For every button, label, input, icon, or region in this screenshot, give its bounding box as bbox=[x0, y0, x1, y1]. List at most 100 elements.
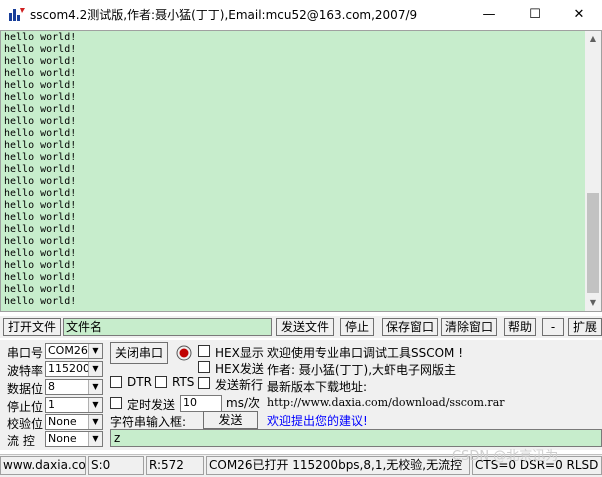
receive-line: hello world! bbox=[4, 236, 77, 247]
receive-lines: hello world! hello world! hello world! hell… bbox=[4, 32, 76, 308]
minimize-icon: — bbox=[482, 6, 496, 22]
chevron-down-icon: ▼ bbox=[88, 362, 102, 376]
status-received-count: R:572 bbox=[146, 456, 204, 475]
open-file-button[interactable]: 打开文件 bbox=[3, 318, 61, 336]
chevron-down-icon: ▼ bbox=[88, 415, 102, 429]
status-port-info: COM26已打开 115200bps,8,1,无校验,无流控 bbox=[206, 456, 470, 475]
window-title: sscom4.2测试版,作者:聂小猛(丁丁),Email:mcu52@163.c… bbox=[30, 8, 418, 22]
parity-value: None bbox=[48, 415, 77, 428]
receive-line: hello world! bbox=[4, 128, 77, 139]
flow-label: 流 控 bbox=[7, 434, 35, 448]
receive-line: hello world! bbox=[4, 92, 77, 103]
interval-input[interactable]: 10 bbox=[180, 395, 222, 412]
receive-line: hello world! bbox=[4, 176, 77, 187]
close-icon: ✕ bbox=[573, 6, 585, 22]
welcome-line-1: 欢迎使用专业串口调试工具SSCOM ! bbox=[267, 346, 464, 360]
port-status-indicator-icon bbox=[176, 345, 192, 361]
rts-label: RTS bbox=[172, 375, 195, 389]
help-button[interactable]: 帮助 bbox=[504, 318, 536, 336]
scroll-down-icon[interactable]: ▼ bbox=[585, 295, 601, 311]
receive-line: hello world! bbox=[4, 116, 77, 127]
send-button[interactable]: 发送 bbox=[203, 411, 258, 429]
receive-line: hello world! bbox=[4, 200, 77, 211]
clear-window-button[interactable]: 清除窗口 bbox=[441, 318, 497, 336]
databits-select[interactable]: 8 ▼ bbox=[45, 379, 103, 395]
receive-line: hello world! bbox=[4, 44, 77, 55]
save-window-button[interactable]: 保存窗口 bbox=[382, 318, 438, 336]
timed-send-checkbox[interactable] bbox=[110, 397, 122, 409]
chevron-down-icon: ▼ bbox=[88, 380, 102, 394]
status-sent-count: S:0 bbox=[88, 456, 144, 475]
baud-label: 波特率 bbox=[7, 364, 44, 378]
flow-value: None bbox=[48, 432, 77, 445]
receive-line: hello world! bbox=[4, 260, 77, 271]
welcome-line-2: 作者: 聂小猛(丁丁),大虾电子网版主 bbox=[267, 363, 457, 377]
send-newline-label: 发送新行 bbox=[215, 378, 264, 392]
maximize-icon: ☐ bbox=[529, 6, 541, 22]
parity-select[interactable]: None ▼ bbox=[45, 414, 103, 430]
parity-label: 校验位 bbox=[7, 417, 44, 431]
send-newline-checkbox[interactable] bbox=[198, 377, 210, 389]
receive-line: hello world! bbox=[4, 272, 77, 283]
receive-line: hello world! bbox=[4, 164, 77, 175]
receive-line: hello world! bbox=[4, 284, 77, 295]
receive-line: hello world! bbox=[4, 188, 77, 199]
receive-line: hello world! bbox=[4, 104, 77, 115]
dtr-label: DTR bbox=[127, 375, 152, 389]
file-name-field[interactable]: 文件名 bbox=[63, 318, 272, 336]
receive-line: hello world! bbox=[4, 32, 77, 43]
receive-line: hello world! bbox=[4, 224, 77, 235]
receive-line: hello world! bbox=[4, 212, 77, 223]
close-port-button[interactable]: 关闭串口 bbox=[110, 342, 168, 364]
hex-send-checkbox[interactable] bbox=[198, 361, 210, 373]
scroll-up-icon[interactable]: ▲ bbox=[585, 31, 601, 47]
app-icon bbox=[9, 8, 25, 21]
receive-line: hello world! bbox=[4, 80, 77, 91]
title-bar: sscom4.2测试版,作者:聂小猛(丁丁),Email:mcu52@163.c… bbox=[0, 0, 602, 28]
stopbits-select[interactable]: 1 ▼ bbox=[45, 397, 103, 413]
chevron-down-icon: ▼ bbox=[88, 344, 102, 358]
flow-select[interactable]: None ▼ bbox=[45, 431, 103, 447]
status-site: www.daxia.com bbox=[0, 456, 86, 475]
receive-line: hello world! bbox=[4, 248, 77, 259]
port-label: 串口号 bbox=[7, 346, 44, 360]
chevron-down-icon: ▼ bbox=[88, 432, 102, 446]
rts-checkbox[interactable] bbox=[155, 376, 167, 388]
interval-unit-label: ms/次 bbox=[226, 396, 260, 410]
chevron-down-icon: ▼ bbox=[88, 398, 102, 412]
feedback-link[interactable]: 欢迎提出您的建议! bbox=[267, 412, 368, 429]
databits-label: 数据位 bbox=[7, 382, 44, 396]
receive-text-area[interactable]: hello world! hello world! hello world! hell… bbox=[0, 30, 602, 312]
hex-display-label: HEX显示 bbox=[215, 346, 264, 360]
baud-select[interactable]: 115200 ▼ bbox=[45, 361, 103, 377]
port-value: COM26 bbox=[48, 344, 88, 357]
string-input-label: 字符串输入框: bbox=[110, 415, 187, 429]
hex-send-label: HEX发送 bbox=[215, 362, 264, 376]
maximize-button[interactable]: ☐ bbox=[512, 0, 558, 28]
download-link[interactable]: http://www.daxia.com/download/sscom.rar bbox=[267, 396, 505, 409]
receive-line: hello world! bbox=[4, 140, 77, 151]
receive-line: hello world! bbox=[4, 56, 77, 67]
watermark: CSDN @北京迅为 bbox=[452, 449, 559, 464]
dtr-checkbox[interactable] bbox=[110, 376, 122, 388]
scroll-thumb[interactable] bbox=[587, 193, 599, 293]
minimize-button[interactable]: — bbox=[466, 0, 512, 28]
close-button[interactable]: ✕ bbox=[556, 0, 602, 28]
expand-button[interactable]: 扩展 bbox=[568, 318, 602, 336]
send-file-button[interactable]: 发送文件 bbox=[276, 318, 334, 336]
receive-line: hello world! bbox=[4, 68, 77, 79]
receive-line: hello world! bbox=[4, 152, 77, 163]
timed-send-label: 定时发送 bbox=[127, 398, 176, 412]
vertical-scrollbar[interactable]: ▲ ▼ bbox=[585, 31, 601, 311]
stopbits-label: 停止位 bbox=[7, 400, 44, 414]
hex-display-checkbox[interactable] bbox=[198, 345, 210, 357]
receive-line: hello world! bbox=[4, 296, 77, 307]
databits-value: 8 bbox=[48, 380, 55, 393]
port-select[interactable]: COM26 ▼ bbox=[45, 343, 103, 359]
stopbits-value: 1 bbox=[48, 398, 55, 411]
baud-value: 115200 bbox=[48, 362, 90, 375]
stop-button[interactable]: 停止 bbox=[340, 318, 374, 336]
welcome-panel: 欢迎使用专业串口调试工具SSCOM ! 作者: 聂小猛(丁丁),大虾电子网版主 … bbox=[265, 342, 602, 429]
collapse-button[interactable]: - bbox=[542, 318, 564, 336]
welcome-line-3: 最新版本下载地址: bbox=[267, 380, 368, 394]
